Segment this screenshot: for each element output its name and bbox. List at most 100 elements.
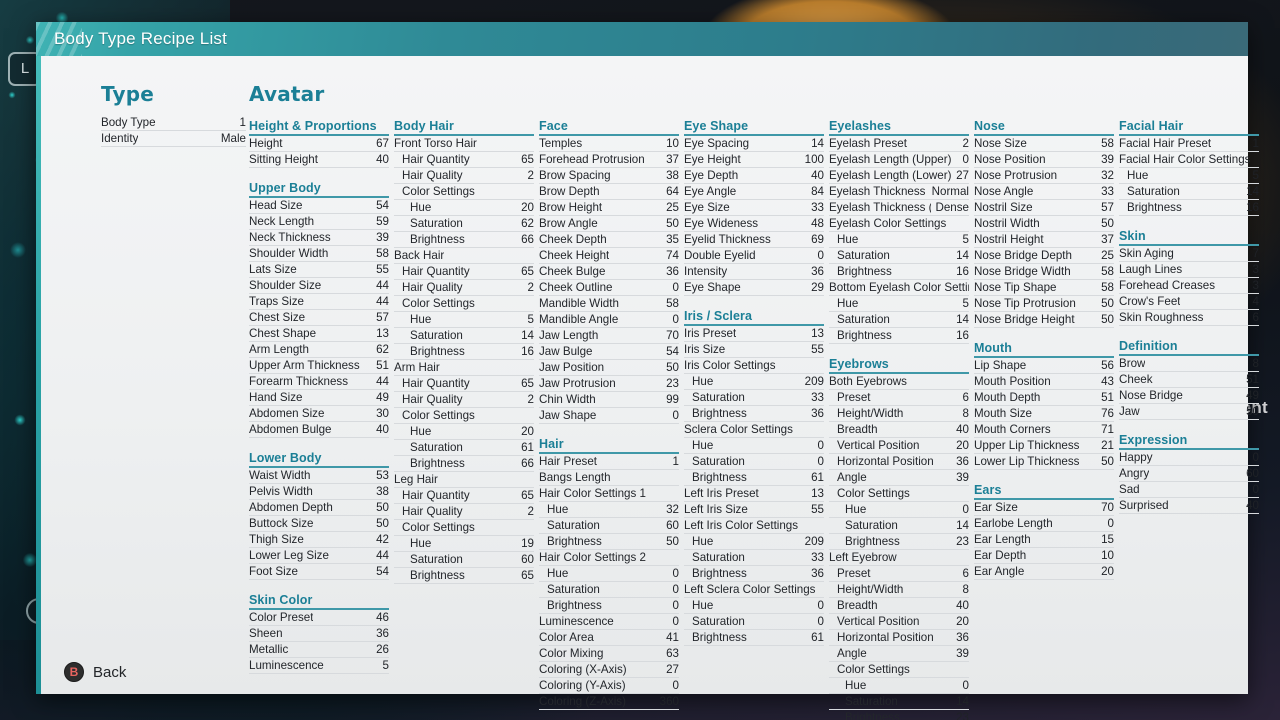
parameter-value: 40 — [811, 169, 824, 182]
parameter-label: Left Sclera Color Settings — [684, 583, 816, 596]
section-heading: Eyelashes — [829, 117, 969, 136]
parameter-row: Hue 209 — [684, 534, 824, 550]
parameter-value: 66 — [521, 233, 534, 246]
parameter-row: Bottom Eyelash Color Settings — [829, 280, 969, 296]
parameter-value: 57 — [1101, 201, 1114, 214]
parameter-row: Preset 6 — [829, 390, 969, 406]
parameter-row: Height/Width 8 — [829, 582, 969, 598]
parameter-label: Cheek Bulge — [539, 265, 606, 278]
parameter-label: Saturation — [410, 329, 463, 342]
parameter-value: 36 — [666, 265, 679, 278]
parameter-label: Brightness — [692, 407, 747, 420]
parameter-row: Hue 209 — [684, 374, 824, 390]
parameter-row: Chin Width 99 — [539, 392, 679, 408]
parameter-row: Brightness 65 — [394, 568, 534, 584]
parameter-label: Hue — [547, 567, 569, 580]
parameter-value: 57 — [376, 311, 389, 324]
parameter-value: 58 — [1101, 265, 1114, 278]
parameter-label: Eye Depth — [684, 169, 739, 182]
parameter-label: Brightness — [692, 471, 747, 484]
parameter-value: 36 — [376, 627, 389, 640]
parameter-row: Angle 39 — [829, 470, 969, 486]
parameter-row: Color Preset 46 — [249, 610, 389, 626]
parameter-value: 58 — [1101, 137, 1114, 150]
parameter-label: Saturation — [547, 583, 600, 596]
parameter-row: Eyelash Length (Upper) 0 — [829, 152, 969, 168]
parameter-label: Leg Hair — [394, 473, 438, 486]
parameter-value: 44 — [376, 279, 389, 292]
parameter-row: Head Size 54 — [249, 198, 389, 214]
parameter-row: Ear Length 15 — [974, 532, 1114, 548]
parameter-row: Front Torso Hair — [394, 136, 534, 152]
parameter-value: 20 — [521, 425, 534, 438]
parameter-value: 100 — [804, 153, 824, 166]
parameter-row: Hue 0 — [684, 598, 824, 614]
parameter-value: 0 — [817, 249, 824, 262]
parameter-row: Saturation 0 — [684, 454, 824, 470]
parameter-row: Saturation 14 — [829, 518, 969, 534]
section-heading: Eye Shape — [684, 117, 824, 136]
parameter-row: Arm Length 62 — [249, 342, 389, 358]
parameter-value: 50 — [666, 535, 679, 548]
parameter-label: Saturation — [692, 615, 745, 628]
parameter-label: Forehead Protrusion — [539, 153, 645, 166]
parameter-row: Leg Hair — [394, 472, 534, 488]
parameter-value: 99 — [666, 393, 679, 406]
parameter-row: Mouth Position 43 — [974, 374, 1114, 390]
parameter-row: Jaw Length 70 — [539, 328, 679, 344]
parameter-label: Hue — [1127, 169, 1149, 182]
parameter-label: Eyelash Thickness (Lower) — [829, 201, 931, 214]
parameter-value: 65 — [521, 377, 534, 390]
parameter-label: Bangs Length — [539, 471, 611, 484]
parameter-row: Iris Color Settings — [684, 358, 824, 374]
parameter-row: Jaw Bulge 54 — [539, 344, 679, 360]
parameter-row: Hue 20 — [394, 424, 534, 440]
parameter-row: Vertical Position 20 — [829, 614, 969, 630]
parameter-row: Forehead Protrusion 37 — [539, 152, 679, 168]
parameter-value: 84 — [811, 185, 824, 198]
parameter-label: Height — [249, 137, 283, 150]
parameter-value: 20 — [956, 439, 969, 452]
parameter-label: Hair Quality — [402, 393, 463, 406]
parameter-row: Jaw Position 50 — [539, 360, 679, 376]
column-5: Eyelashes Eyelash Preset 2 Eyelash Length (… — [829, 117, 974, 720]
parameter-label: Bottom Eyelash Color Settings — [829, 281, 969, 294]
parameter-label: Left Eyebrow — [829, 551, 897, 564]
parameter-row: Saturation 14 — [829, 248, 969, 264]
parameter-label: Lip Shape — [974, 359, 1027, 372]
parameter-row: Color Settings — [829, 486, 969, 502]
parameter-label: Neck Length — [249, 215, 315, 228]
parameter-row: Chest Shape 13 — [249, 326, 389, 342]
parameter-label: Color Settings — [402, 185, 475, 198]
parameter-value: 0 — [672, 313, 679, 326]
parameter-value: 8 — [962, 583, 969, 596]
parameter-value: 27 — [956, 169, 969, 182]
parameter-value: 5 — [527, 313, 534, 326]
back-button-label[interactable]: Back — [93, 664, 126, 681]
parameter-row: Brightness 36 — [684, 406, 824, 422]
parameter-value: 14 — [521, 329, 534, 342]
parameter-label: Brow — [1119, 357, 1146, 370]
b-button-icon[interactable]: B — [64, 662, 84, 682]
parameter-label: Sheen — [249, 627, 283, 640]
parameter-value: 38 — [666, 169, 679, 182]
parameter-label: Shoulder Width — [249, 247, 329, 260]
parameter-label: Skin Roughness — [1119, 311, 1204, 324]
parameter-row: Brow Spacing 38 — [539, 168, 679, 184]
parameter-row: Eye Spacing 14 — [684, 136, 824, 152]
parameter-value: 209 — [804, 535, 824, 548]
parameter-value: 37 — [666, 153, 679, 166]
parameter-row: Eye Size 33 — [684, 200, 824, 216]
parameter-row: Temples 10 — [539, 136, 679, 152]
parameter-row: Brightness 16 — [1119, 200, 1259, 216]
parameter-row: Bangs Length — [539, 470, 679, 486]
parameter-row: Ear Depth 10 — [974, 548, 1114, 564]
parameter-row: Nose Position 39 — [974, 152, 1114, 168]
parameter-row: Nose Bridge Height 50 — [974, 312, 1114, 328]
parameter-label: Eyelid Thickness — [684, 233, 771, 246]
type-block: Type Body Type 1 Identity Male — [101, 82, 246, 147]
section-heading: Skin — [1119, 227, 1259, 246]
parameter-label: Abdomen Bulge — [249, 423, 332, 436]
parameter-label: Buttock Size — [249, 517, 314, 530]
